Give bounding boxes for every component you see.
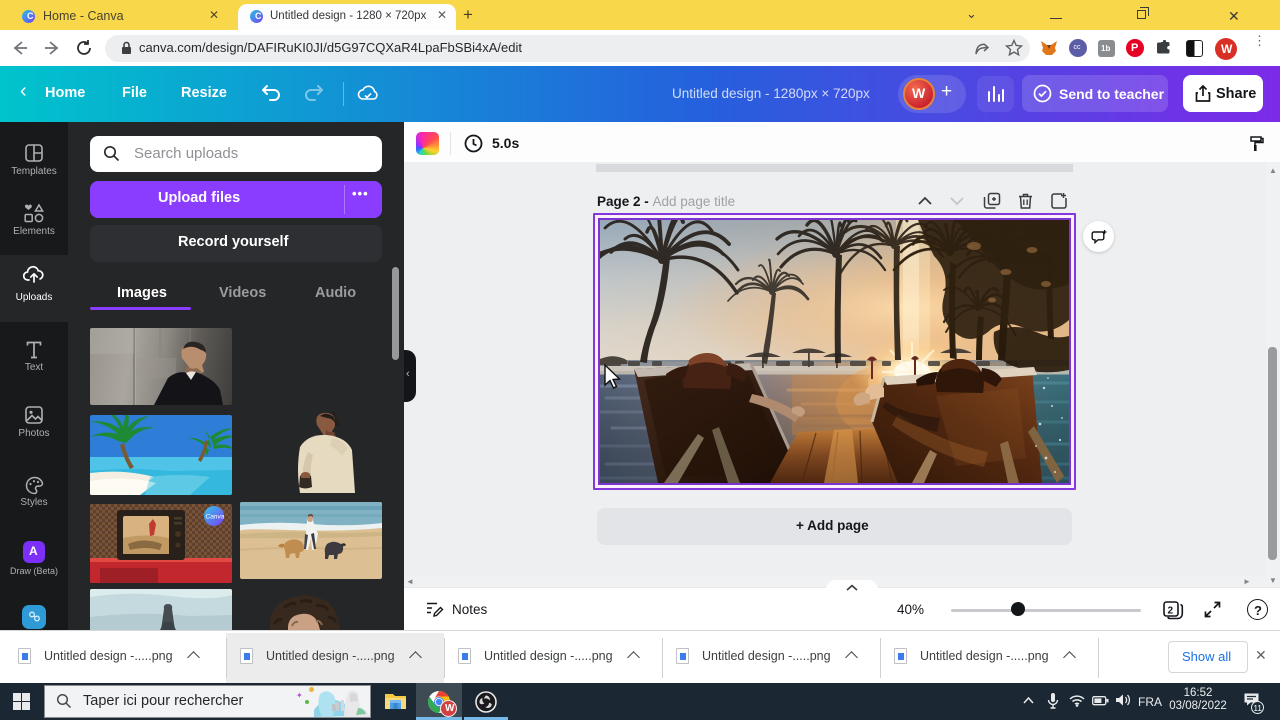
svg-text:2: 2 xyxy=(1168,606,1174,617)
svg-text:Canva: Canva xyxy=(206,514,225,521)
